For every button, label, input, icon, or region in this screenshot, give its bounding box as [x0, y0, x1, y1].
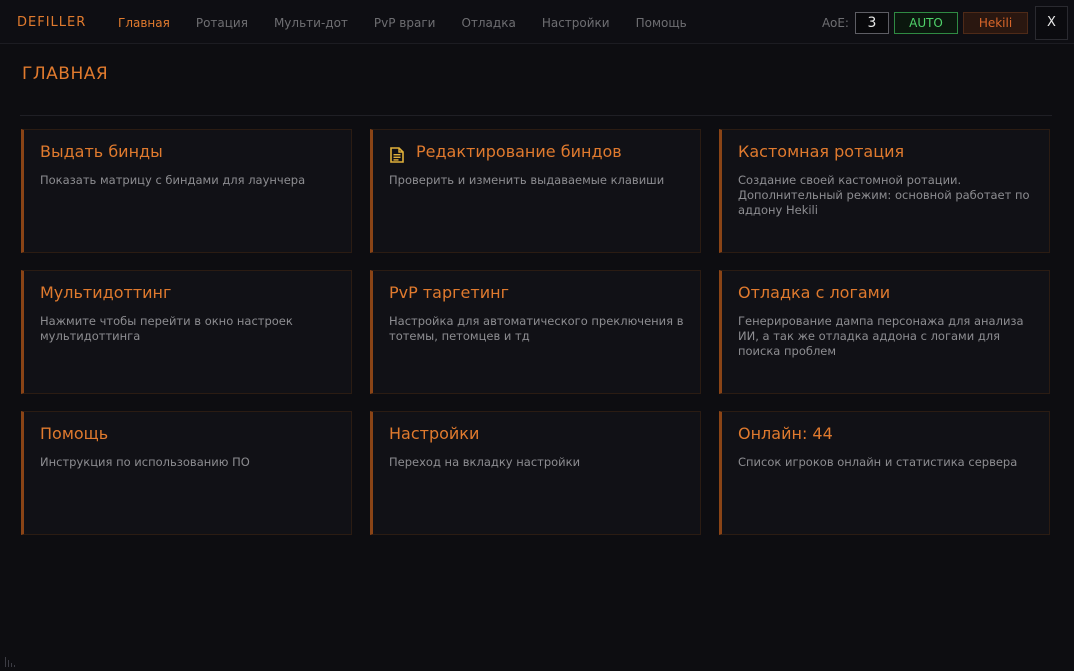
card-description: Нажмите чтобы перейти в окно настроек му…: [40, 314, 293, 343]
card-description: Настройка для автоматического преключени…: [389, 314, 684, 343]
card-title: Кастомная ротация: [738, 142, 905, 161]
nav-item-debug[interactable]: Отладка: [461, 16, 515, 30]
nav-item-home[interactable]: Главная: [118, 16, 170, 30]
close-button[interactable]: X: [1035, 6, 1068, 40]
auto-button[interactable]: AUTO: [894, 12, 958, 34]
resize-grip-icon[interactable]: [4, 652, 16, 667]
card-title: Помощь: [40, 424, 109, 443]
card-title: Редактирование биндов: [416, 142, 622, 161]
hekili-button[interactable]: Hekili: [963, 12, 1028, 34]
page-title: ГЛАВНАЯ: [22, 64, 109, 84]
card-description: Проверить и изменить выдаваемые клавиши: [389, 173, 665, 187]
main-nav: Главная Ротация Мульти-дот PvP враги Отл…: [118, 16, 713, 30]
card-description: Переход на вкладку настройки: [389, 455, 581, 469]
card-title: Мультидоттинг: [40, 283, 172, 302]
aoe-label: AoE:: [822, 16, 849, 30]
card-edit-bindings[interactable]: Редактирование биндов Проверить и измени…: [370, 129, 701, 253]
card-online[interactable]: Онлайн: 44 Список игроков онлайн и стати…: [719, 411, 1050, 535]
card-title: Отладка с логами: [738, 283, 891, 302]
nav-item-settings[interactable]: Настройки: [542, 16, 610, 30]
card-title: Онлайн: 44: [738, 424, 833, 443]
nav-item-multidot[interactable]: Мульти-дот: [274, 16, 348, 30]
card-debug-logs[interactable]: Отладка с логами Генерирование дампа пер…: [719, 270, 1050, 394]
card-multidotting[interactable]: Мультидоттинг Нажмите чтобы перейти в ок…: [21, 270, 352, 394]
divider: [20, 115, 1052, 116]
card-description: Показать матрицу с биндами для лаунчера: [40, 173, 306, 187]
card-pvp-targeting[interactable]: PvP таргетинг Настройка для автоматическ…: [370, 270, 701, 394]
card-title: Настройки: [389, 424, 480, 443]
document-icon: [390, 147, 404, 163]
app-title: DEFILLER: [17, 15, 87, 30]
card-title: Выдать бинды: [40, 142, 163, 161]
nav-item-rotation[interactable]: Ротация: [196, 16, 248, 30]
top-bar: DEFILLER Главная Ротация Мульти-дот PvP …: [0, 0, 1074, 44]
card-description: Создание своей кастомной ротации. Дополн…: [738, 173, 1030, 217]
card-help[interactable]: Помощь Инструкция по использованию ПО: [21, 411, 352, 535]
nav-item-pvp-enemies[interactable]: PvP враги: [374, 16, 436, 30]
aoe-count-input[interactable]: [855, 12, 889, 34]
nav-item-help[interactable]: Помощь: [636, 16, 687, 30]
card-description: Генерирование дампа персонажа для анализ…: [738, 314, 1024, 358]
card-title: PvP таргетинг: [389, 283, 509, 302]
card-bindings[interactable]: Выдать бинды Показать матрицу с биндами …: [21, 129, 352, 253]
card-custom-rotation[interactable]: Кастомная ротация Создание своей кастомн…: [719, 129, 1050, 253]
card-description: Инструкция по использованию ПО: [40, 455, 250, 469]
card-description: Список игроков онлайн и статистика серве…: [738, 455, 1018, 469]
card-settings[interactable]: Настройки Переход на вкладку настройки: [370, 411, 701, 535]
